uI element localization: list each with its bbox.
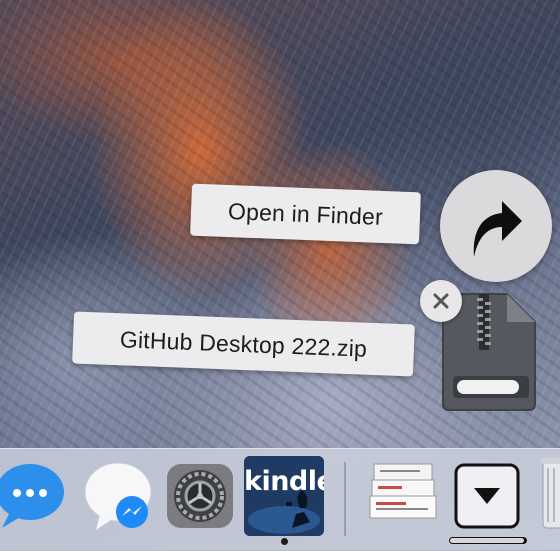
dock-divider [344, 462, 346, 536]
curved-arrow-icon [473, 201, 522, 257]
open-in-finder-button[interactable] [440, 170, 552, 282]
open-in-finder-tooltip[interactable]: Open in Finder [190, 183, 421, 245]
kindle-label: kindle [244, 466, 324, 497]
messenger-icon[interactable] [82, 460, 156, 532]
download-progress-fill [450, 538, 524, 543]
file-name-label: GitHub Desktop 222.zip [119, 325, 368, 362]
kindle-running-indicator [281, 538, 288, 545]
kindle-icon[interactable]: kindle [244, 456, 324, 536]
close-icon [433, 293, 449, 309]
trash-icon[interactable] [535, 456, 560, 532]
downloads-stack-icon[interactable] [368, 462, 438, 522]
system-preferences-icon[interactable] [165, 462, 235, 530]
download-arrow-icon[interactable] [452, 462, 522, 532]
download-progress-bar [449, 537, 527, 544]
messages-icon[interactable] [0, 460, 70, 532]
open-in-finder-label: Open in Finder [227, 197, 384, 230]
close-button[interactable] [420, 280, 462, 322]
